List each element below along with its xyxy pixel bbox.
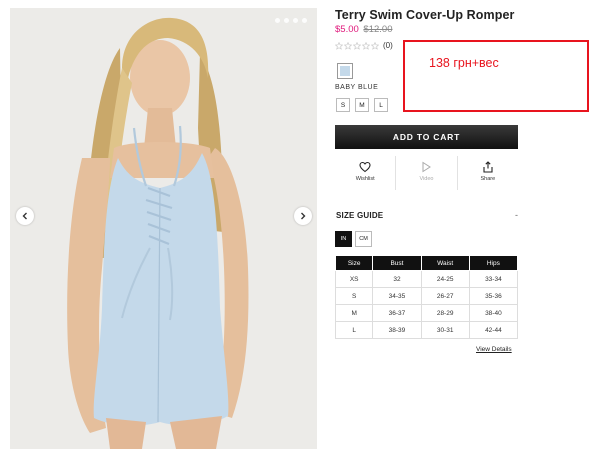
- product-photo: [10, 8, 317, 449]
- table-cell: XS: [334, 270, 374, 288]
- share-icon: [483, 161, 493, 173]
- table-cell: 26-27: [420, 287, 470, 305]
- sale-price: $5.00: [335, 24, 359, 35]
- gallery-dot[interactable]: [275, 18, 280, 23]
- column-header-hips: Hips: [468, 255, 519, 271]
- rating[interactable]: (0): [335, 41, 393, 50]
- table-cell: 33-34: [468, 270, 519, 288]
- table-cell: S: [334, 287, 374, 305]
- gallery-prev-button[interactable]: [16, 207, 34, 225]
- table-row: XS 32 24-25 33-34: [334, 270, 519, 288]
- size-guide-collapse-toggle[interactable]: -: [515, 210, 518, 220]
- share-label: Share: [480, 176, 496, 182]
- table-header-row: Size Bust Waist Hips: [334, 255, 519, 271]
- color-swatch-baby-blue[interactable]: [337, 63, 353, 79]
- column-header-waist: Waist: [420, 255, 470, 271]
- wishlist-button[interactable]: Wishlist: [335, 156, 395, 190]
- unit-option-cm[interactable]: CM: [355, 231, 372, 247]
- size-guide-table: Size Bust Waist Hips XS 32 24-25 33-34 S…: [334, 255, 519, 339]
- gallery-dot[interactable]: [302, 18, 307, 23]
- table-row: S 34-35 26-27 35-36: [334, 287, 519, 305]
- review-count: (0): [383, 41, 393, 50]
- size-option-s[interactable]: S: [336, 98, 350, 112]
- table-cell: 42-44: [468, 321, 519, 339]
- add-to-cart-button[interactable]: ADD TO CART: [335, 125, 518, 149]
- original-price: $12.00: [363, 24, 393, 35]
- table-cell: 32: [372, 270, 422, 288]
- size-guide-header[interactable]: SIZE GUIDE -: [336, 210, 518, 220]
- swatch-fill: [340, 66, 350, 76]
- table-row: M 36-37 28-29 38-40: [334, 304, 519, 322]
- share-button[interactable]: Share: [456, 156, 518, 190]
- table-cell: 30-31: [420, 321, 470, 339]
- star-outline-icon: [335, 41, 343, 50]
- column-header-bust: Bust: [372, 255, 422, 271]
- size-selector: S M L: [336, 98, 388, 112]
- product-image-gallery: [10, 8, 317, 449]
- price-annotation-text: 138 грн+вес: [429, 56, 499, 70]
- table-cell: 38-39: [372, 321, 422, 339]
- table-row: L 38-39 30-31 42-44: [334, 321, 519, 339]
- selected-color-name: BABY BLUE: [335, 84, 379, 91]
- product-price: $5.00 $12.00: [335, 24, 392, 35]
- star-outline-icon: [353, 41, 361, 50]
- size-guide-title: SIZE GUIDE: [336, 210, 384, 220]
- table-cell: M: [334, 304, 374, 322]
- product-actions: Wishlist Video Share: [335, 156, 518, 190]
- product-title: Terry Swim Cover-Up Romper: [335, 8, 515, 22]
- table-cell: 35-36: [468, 287, 519, 305]
- table-cell: 36-37: [372, 304, 422, 322]
- star-outline-icon: [371, 41, 379, 50]
- play-icon: [422, 161, 432, 173]
- size-option-l[interactable]: L: [374, 98, 388, 112]
- video-button[interactable]: Video: [395, 156, 456, 190]
- gallery-dot[interactable]: [284, 18, 289, 23]
- chevron-right-icon: [301, 212, 306, 220]
- column-header-size: Size: [334, 255, 374, 271]
- star-outline-icon: [344, 41, 352, 50]
- gallery-dot[interactable]: [293, 18, 298, 23]
- chevron-left-icon: [22, 212, 27, 220]
- view-details-link[interactable]: View Details: [476, 346, 512, 353]
- wishlist-label: Wishlist: [355, 176, 375, 182]
- price-annotation-box: 138 грн+вес: [403, 40, 589, 112]
- table-cell: L: [334, 321, 374, 339]
- table-cell: 24-25: [420, 270, 470, 288]
- table-cell: 34-35: [372, 287, 422, 305]
- star-outline-icon: [362, 41, 370, 50]
- unit-toggle: IN CM: [335, 231, 372, 247]
- video-label: Video: [419, 176, 434, 182]
- gallery-next-button[interactable]: [294, 207, 312, 225]
- unit-option-in[interactable]: IN: [335, 231, 352, 247]
- heart-icon: [359, 161, 371, 173]
- table-cell: 38-40: [468, 304, 519, 322]
- gallery-pagination-dots: [275, 18, 307, 23]
- table-cell: 28-29: [420, 304, 470, 322]
- size-option-m[interactable]: M: [355, 98, 369, 112]
